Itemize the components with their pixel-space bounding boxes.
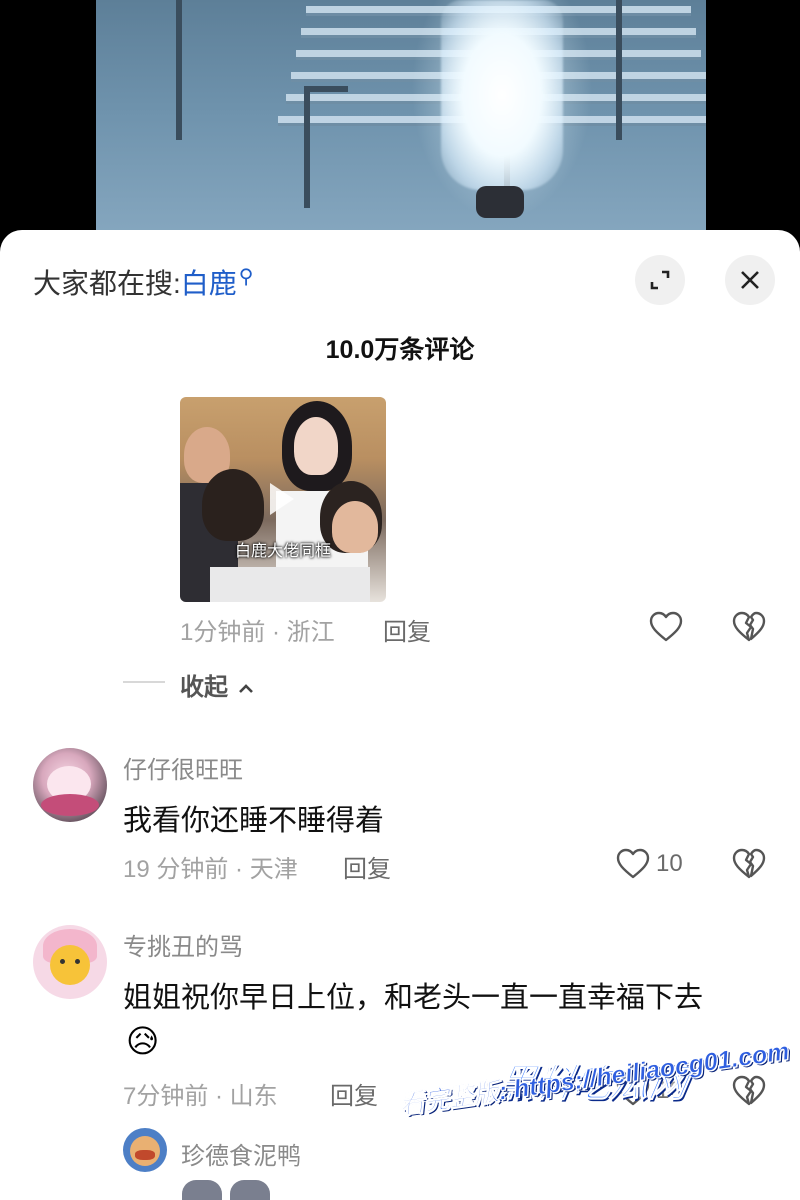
like-heart-icon[interactable] — [648, 609, 684, 645]
thumbnail-caption: 白鹿大佬同框 — [234, 543, 331, 560]
comment-text: 姐姐祝你早日上位，和老头一直一直幸福下去 — [123, 982, 704, 1014]
comment-username[interactable]: 专挑丑的骂 — [123, 927, 243, 962]
dislike-broken-heart-icon[interactable] — [731, 1073, 767, 1109]
reply-username[interactable]: 珍德食泥鸭 — [181, 1136, 301, 1171]
avatar[interactable] — [33, 748, 107, 822]
handrail — [304, 86, 348, 92]
video-frame — [96, 0, 706, 250]
handrail — [616, 0, 622, 140]
handrail — [304, 88, 310, 208]
comment-time-location: 19 分钟前 · 天津 — [123, 856, 298, 883]
like-count: 10 — [656, 850, 683, 877]
like-heart-icon[interactable] — [615, 846, 651, 882]
white-dress-figure — [441, 0, 563, 190]
thumb-shirt — [210, 567, 370, 602]
shoes — [476, 186, 524, 218]
comment-text: 我看你还睡不睡得着 — [123, 805, 385, 837]
trending-search-keyword[interactable]: 白鹿 — [181, 268, 237, 299]
avatar-flowers — [41, 794, 99, 816]
reply-time-location: 1分钟前 · 浙江 — [180, 619, 335, 646]
sticker-thumbnail — [182, 1180, 222, 1200]
reply-button[interactable]: 回复 — [383, 612, 431, 647]
sticker-thumbnail — [230, 1180, 270, 1200]
expand-icon — [650, 270, 670, 290]
dislike-broken-heart-icon[interactable] — [731, 846, 767, 882]
dislike-broken-heart-icon[interactable] — [731, 609, 767, 645]
reply-button[interactable]: 回复 — [330, 1076, 378, 1111]
close-button[interactable] — [725, 255, 775, 305]
comment-time-location: 7分钟前 · 山东 — [123, 1083, 278, 1110]
thumb-face — [294, 417, 338, 475]
collapse-button[interactable]: 收起 — [180, 667, 255, 702]
comment-username[interactable]: 仔仔很旺旺 — [123, 750, 243, 785]
play-icon — [270, 483, 294, 515]
chevron-up-icon — [238, 683, 253, 693]
video-player[interactable] — [0, 0, 800, 250]
expand-button[interactable] — [635, 255, 685, 305]
trending-search[interactable]: 大家都在搜:白鹿 ⚲ — [33, 262, 253, 302]
trending-search-prefix: 大家都在搜: — [33, 268, 181, 299]
handrail — [176, 0, 182, 140]
avatar[interactable] — [33, 925, 107, 999]
collapse-divider — [123, 681, 165, 683]
reply-video-thumbnail[interactable]: 白鹿大佬同框 — [180, 397, 386, 602]
avatar-mouth — [135, 1150, 155, 1160]
avatar-eye — [75, 959, 80, 964]
avatar-face — [50, 945, 90, 985]
comment-count: 10.0万条评论 — [325, 336, 475, 364]
crying-emoji: 😥 — [126, 1023, 160, 1059]
reply-button[interactable]: 回复 — [343, 849, 391, 884]
close-icon — [741, 271, 759, 289]
avatar-eye — [60, 959, 65, 964]
thumb-head — [202, 469, 264, 541]
search-icon: ⚲ — [238, 265, 254, 288]
collapse-label: 收起 — [180, 674, 228, 701]
avatar[interactable] — [123, 1128, 167, 1172]
